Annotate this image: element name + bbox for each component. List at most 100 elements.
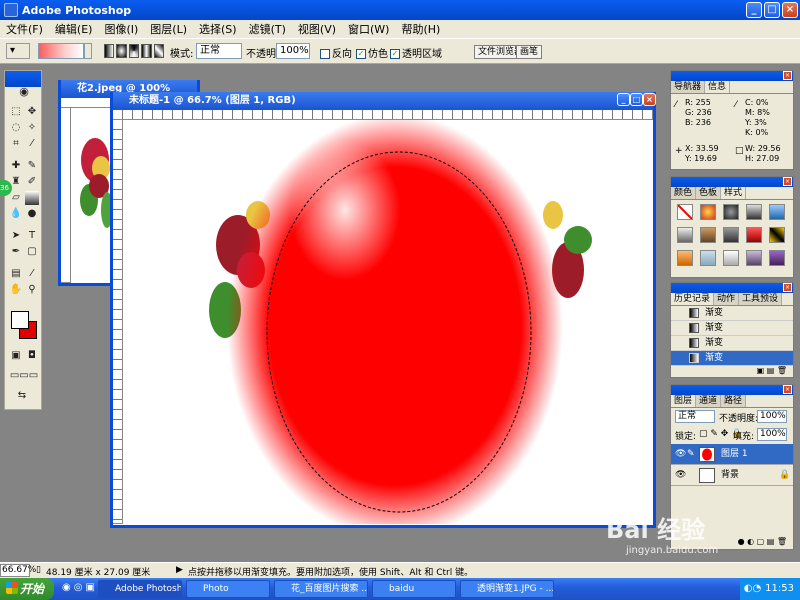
tab-layers[interactable]: 图层 — [671, 395, 697, 407]
doc-minimize-button[interactable]: _ — [617, 93, 630, 106]
transparency-checkbox[interactable]: ✓ 透明区域 — [390, 45, 442, 60]
reflected-gradient-icon[interactable] — [141, 44, 152, 58]
menu-window[interactable]: 窗口(W) — [346, 21, 391, 37]
eyedropper-icon[interactable]: ⁄ — [25, 267, 39, 281]
history-brush-icon[interactable]: ✐ — [25, 175, 39, 189]
menu-file[interactable]: 文件(F) — [4, 21, 45, 37]
history-item[interactable]: 渐变 — [671, 321, 793, 336]
crop-icon[interactable]: ⌗ — [9, 137, 23, 151]
tray-icons[interactable]: ◐◔ — [744, 583, 761, 594]
pen-icon[interactable]: ✒ — [9, 245, 23, 259]
photoshop-eye-icon[interactable]: ◉ — [13, 85, 35, 99]
minimize-button[interactable]: _ — [746, 2, 762, 18]
healing-icon[interactable]: ✚ — [9, 159, 23, 173]
zoom-icon[interactable]: ⚲ — [25, 283, 39, 297]
eye-icon[interactable]: 👁 — [675, 465, 686, 486]
style-swatch[interactable] — [769, 250, 785, 266]
history-item[interactable]: 渐变 — [671, 306, 793, 321]
style-swatch[interactable] — [677, 227, 693, 243]
style-swatch[interactable] — [769, 227, 785, 243]
shape-icon[interactable]: ▢ — [25, 245, 39, 259]
close-button[interactable]: × — [782, 2, 798, 18]
style-swatch[interactable] — [723, 227, 739, 243]
history-item-selected[interactable]: 渐变 — [671, 351, 793, 366]
maximize-button[interactable]: □ — [764, 2, 780, 18]
style-swatch[interactable] — [700, 204, 716, 220]
arrow-icon[interactable]: ▶ — [176, 565, 183, 575]
layers-close-icon[interactable]: × — [783, 385, 792, 394]
task-photoshop[interactable]: Adobe Photoshop — [98, 580, 182, 598]
blur-icon[interactable]: 💧 — [9, 207, 23, 221]
tab-brushes[interactable]: 画笔 — [516, 45, 543, 59]
tab-tool-presets[interactable]: 工具预设 — [739, 293, 783, 305]
menu-help[interactable]: 帮助(H) — [399, 21, 442, 37]
dodge-icon[interactable]: ● — [25, 207, 39, 221]
style-swatch[interactable] — [769, 204, 785, 220]
jump-to-imageready-icon[interactable]: ⇆ — [9, 389, 35, 403]
task-photo[interactable]: Photo — [186, 580, 270, 598]
doc-maximize-button[interactable]: □ — [630, 93, 643, 106]
layer-row-selected[interactable]: 👁 ✎ 图层 1 — [671, 444, 793, 465]
notes-icon[interactable]: ▤ — [9, 267, 23, 281]
marquee-icon[interactable]: ⬚ — [9, 105, 23, 119]
layer-opacity-input[interactable]: 100% — [757, 410, 787, 423]
style-swatch[interactable] — [700, 250, 716, 266]
move-icon[interactable]: ✥ — [25, 105, 39, 119]
tab-swatches[interactable]: 色板 — [696, 187, 722, 199]
tool-preset-picker[interactable]: ▾ — [6, 43, 30, 59]
history-footer-icons[interactable]: ▣ ▤ 🗑 — [671, 366, 793, 376]
radial-gradient-icon[interactable] — [116, 44, 127, 58]
quick-mask-icon[interactable]: ◘ — [25, 349, 39, 363]
style-swatch[interactable] — [677, 250, 693, 266]
layer-row[interactable]: 👁 背景 🔒 — [671, 465, 793, 486]
style-swatch[interactable] — [746, 227, 762, 243]
mode-select[interactable]: 正常 — [196, 43, 242, 59]
gradient-swatch[interactable] — [38, 43, 84, 59]
menu-edit[interactable]: 编辑(E) — [53, 21, 95, 37]
menu-filter[interactable]: 滤镜(T) — [247, 21, 288, 37]
style-swatch[interactable] — [723, 204, 739, 220]
task-jpg[interactable]: 透明渐变1.JPG - ... — [460, 580, 554, 598]
tab-color[interactable]: 颜色 — [671, 187, 697, 199]
linear-gradient-icon[interactable] — [104, 44, 115, 58]
eraser-icon[interactable]: ▱ — [9, 191, 23, 205]
screen-mode-icons[interactable]: ▭▭▭ — [7, 369, 41, 383]
tab-info[interactable]: 信息 — [705, 81, 731, 93]
info-close-icon[interactable]: × — [783, 71, 792, 80]
style-swatch[interactable] — [723, 250, 739, 266]
task-baidu-image[interactable]: 花_百度图片搜索 ... — [274, 580, 368, 598]
canvas[interactable] — [123, 120, 653, 524]
diamond-gradient-icon[interactable] — [153, 44, 165, 58]
dither-checkbox[interactable]: ✓ 仿色 — [356, 45, 388, 60]
tab-styles[interactable]: 样式 — [721, 187, 747, 199]
hand-icon[interactable]: ✋ — [9, 283, 23, 297]
angle-gradient-icon[interactable] — [128, 44, 140, 58]
fill-input[interactable]: 100% — [757, 428, 787, 441]
gradient-dropdown[interactable] — [84, 43, 92, 59]
standard-mode-icon[interactable]: ▣ — [9, 349, 23, 363]
tab-actions[interactable]: 动作 — [714, 293, 740, 305]
gradient-tool-icon[interactable] — [25, 191, 39, 205]
menu-view[interactable]: 视图(V) — [296, 21, 338, 37]
layer-blend-select[interactable]: 正常 — [675, 410, 715, 423]
history-close-icon[interactable]: × — [783, 283, 792, 292]
menu-image[interactable]: 图像(I) — [102, 21, 140, 37]
magic-wand-icon[interactable]: ✧ — [25, 121, 39, 135]
style-none[interactable] — [677, 204, 693, 220]
path-select-icon[interactable]: ➤ — [9, 229, 23, 243]
reverse-checkbox[interactable]: 反向 — [320, 45, 352, 60]
type-icon[interactable]: T — [25, 229, 39, 243]
lasso-icon[interactable]: ◌ — [9, 121, 23, 135]
styles-close-icon[interactable]: × — [783, 177, 792, 186]
menu-select[interactable]: 选择(S) — [197, 21, 239, 37]
foreground-color-swatch[interactable] — [11, 311, 29, 329]
task-baidu[interactable]: baidu — [372, 580, 456, 598]
tab-navigator[interactable]: 导航器 — [671, 81, 706, 93]
brush-icon[interactable]: ✎ — [25, 159, 39, 173]
opacity-input[interactable]: 100% — [276, 43, 310, 59]
quick-launch-icons[interactable]: ◉◎▣ — [62, 582, 98, 593]
slice-icon[interactable]: ⁄ — [25, 137, 39, 151]
style-swatch[interactable] — [746, 204, 762, 220]
tab-paths[interactable]: 路径 — [721, 395, 747, 407]
eye-icon[interactable]: 👁 — [675, 444, 686, 465]
